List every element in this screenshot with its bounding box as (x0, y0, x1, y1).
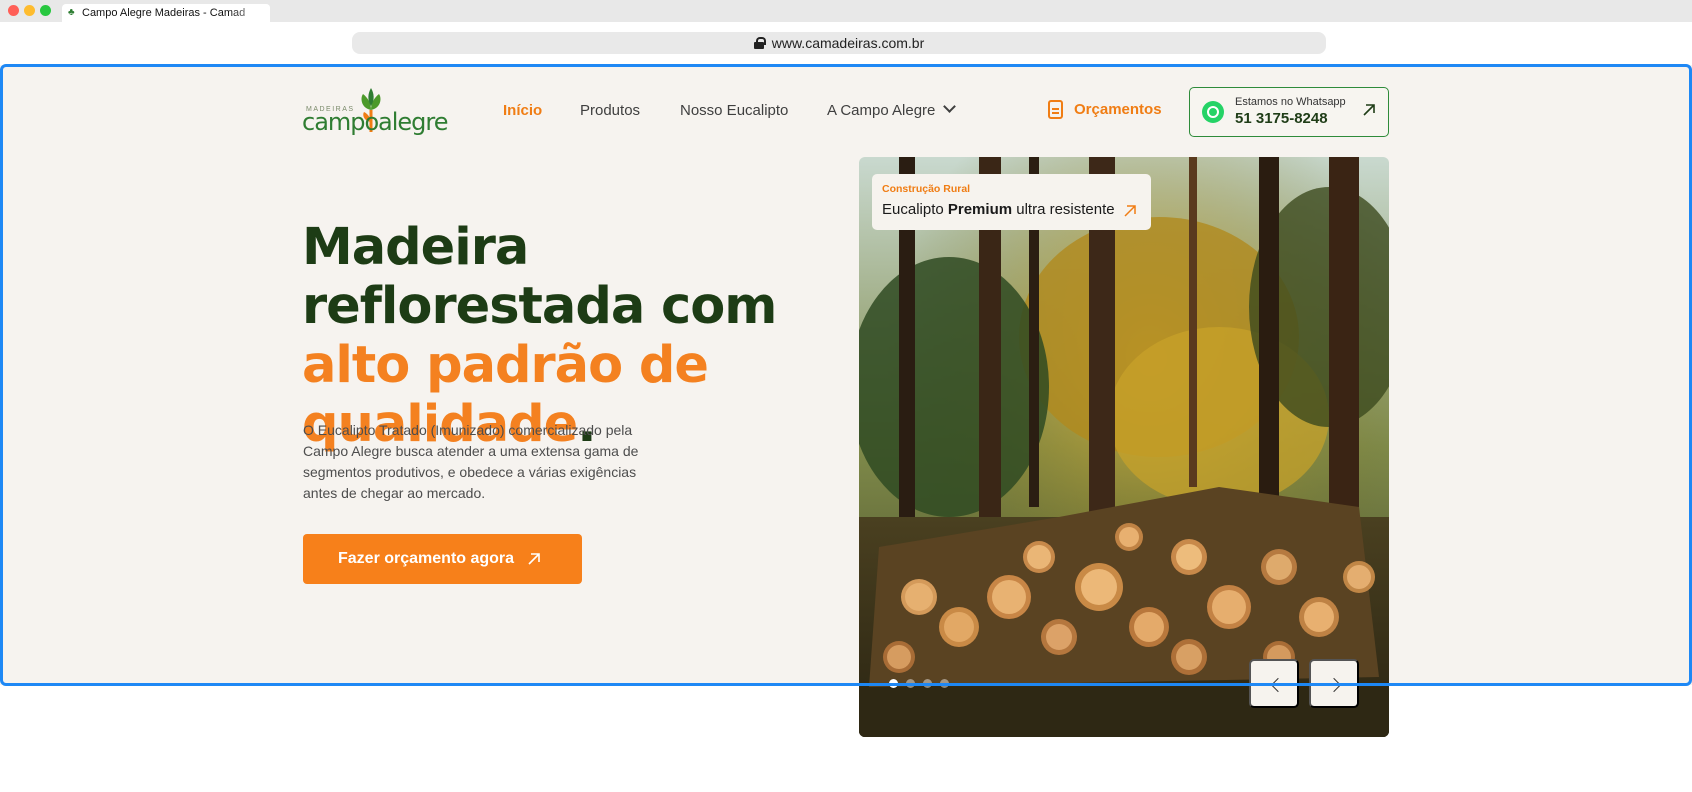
slider-prev-button[interactable] (1249, 659, 1299, 708)
nav-item-a-campo-alegre[interactable]: A Campo Alegre (827, 100, 957, 119)
browser-toolbar: www.camadeiras.com.br (0, 22, 1692, 64)
slider-next-button[interactable] (1309, 659, 1359, 708)
chevron-right-icon (1326, 677, 1342, 693)
chevron-left-icon (1270, 677, 1286, 693)
arrow-up-right-icon (528, 553, 540, 565)
nav-item-label: A Campo Alegre (827, 102, 936, 119)
slider-dots (889, 679, 949, 688)
badge-text-post: ultra resistente (1012, 201, 1115, 218)
whatsapp-caption: Estamos no Whatsapp (1235, 96, 1346, 108)
address-bar[interactable]: www.camadeiras.com.br (352, 32, 1326, 54)
tab-title: Campo Alegre Madeiras - Camad (82, 7, 246, 19)
headline-part1: Madeira reflorestada com (302, 218, 777, 336)
cta-quote-button[interactable]: Fazer orçamento agora (303, 534, 582, 584)
cta-label: Fazer orçamento agora (338, 550, 515, 567)
whatsapp-button[interactable]: Estamos no Whatsapp 51 3175-8248 (1189, 87, 1389, 137)
hero-section (0, 65, 1692, 685)
slider-dot[interactable] (906, 679, 915, 688)
arrow-up-right-icon (1124, 205, 1136, 217)
badge-text-pre: Eucalipto (882, 201, 948, 218)
hero-slider[interactable]: Construção Rural Eucalipto Premium ultra… (859, 157, 1389, 737)
orcamentos-link[interactable]: Orçamentos (1048, 100, 1162, 119)
forest-logs-image (859, 157, 1389, 737)
slider-dot[interactable] (923, 679, 932, 688)
window-close-button[interactable] (8, 5, 19, 16)
logo-word-campo: campo (302, 108, 379, 136)
hero-headline: Madeira reflorestada com alto padrão de … (302, 218, 842, 454)
window-zoom-button[interactable] (40, 5, 51, 16)
window-minimize-button[interactable] (24, 5, 35, 16)
whatsapp-icon (1202, 101, 1224, 123)
slider-dot[interactable] (889, 679, 898, 688)
whatsapp-phone: 51 3175-8248 (1235, 110, 1328, 127)
browser-titlebar: ♣ Campo Alegre Madeiras - Camad (0, 0, 1692, 22)
favicon-icon: ♣ (68, 7, 75, 18)
url-text: www.camadeiras.com.br (771, 35, 925, 51)
lock-icon (753, 37, 766, 49)
arrow-up-right-icon (1363, 104, 1375, 116)
nav-item-inicio[interactable]: Início (503, 102, 542, 119)
hero-description: O Eucalipto Tratado (Imunizado) comercia… (303, 422, 639, 501)
chevron-down-icon (943, 100, 957, 113)
badge-text-bold: Premium (947, 201, 1013, 218)
nav-item-nosso-eucalipto[interactable]: Nosso Eucalipto (680, 102, 788, 119)
badge-category: Construção Rural (882, 183, 971, 195)
document-icon (1048, 100, 1063, 119)
nav-item-produtos[interactable]: Produtos (580, 102, 640, 119)
badge-text: Eucalipto Premium ultra resistente (882, 201, 1115, 218)
orcamentos-label: Orçamentos (1074, 101, 1162, 118)
slider-dot[interactable] (940, 679, 949, 688)
site-logo[interactable]: MADEIRAS campo alegre (302, 88, 448, 136)
browser-tab[interactable]: ♣ Campo Alegre Madeiras - Camad (62, 4, 270, 22)
logo-word-alegre: alegre (378, 108, 448, 136)
slide-badge[interactable]: Construção Rural Eucalipto Premium ultra… (872, 174, 1151, 230)
